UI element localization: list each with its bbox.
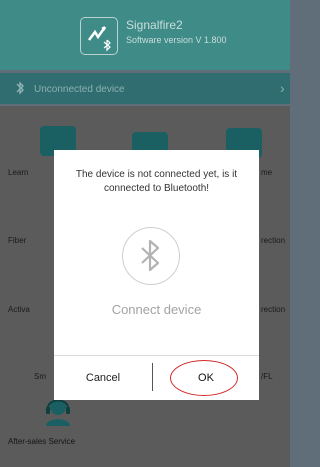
app-name: Signalfire2 xyxy=(126,18,183,32)
grid-label-vfl: /FL xyxy=(261,372,273,381)
grid-label-correction-1: rection xyxy=(261,236,286,245)
bluetooth-circle-icon[interactable] xyxy=(122,227,180,285)
grid-label-activate: Activa xyxy=(8,305,30,314)
grid-label-learn: Learn xyxy=(8,168,29,177)
app-header: Signalfire2 Software version V 1.800 xyxy=(0,0,290,70)
cancel-button[interactable]: Cancel xyxy=(54,356,152,400)
grid-label-me: me xyxy=(261,168,273,177)
software-version: Software version V 1.800 xyxy=(126,35,227,45)
after-sales-service-label: After-sales Service xyxy=(8,437,76,446)
connection-status-text: Unconnected device xyxy=(34,84,125,95)
grid-label-correction-2: rection xyxy=(261,305,286,314)
ok-highlight-annotation xyxy=(170,360,238,396)
bluetooth-connect-dialog: The device is not connected yet, is it c… xyxy=(54,150,259,400)
bluetooth-icon xyxy=(12,80,28,96)
app-screen: Signalfire2 Software version V 1.800 Unc… xyxy=(0,0,290,467)
dialog-message: The device is not connected yet, is it c… xyxy=(75,169,238,194)
connect-device-label[interactable]: Connect device xyxy=(54,302,259,317)
grid-label-fiber: Fiber xyxy=(8,236,27,245)
app-logo-icon xyxy=(80,17,118,55)
grid-label-sm: Sm xyxy=(34,372,46,381)
chevron-right-icon: › xyxy=(280,80,285,96)
